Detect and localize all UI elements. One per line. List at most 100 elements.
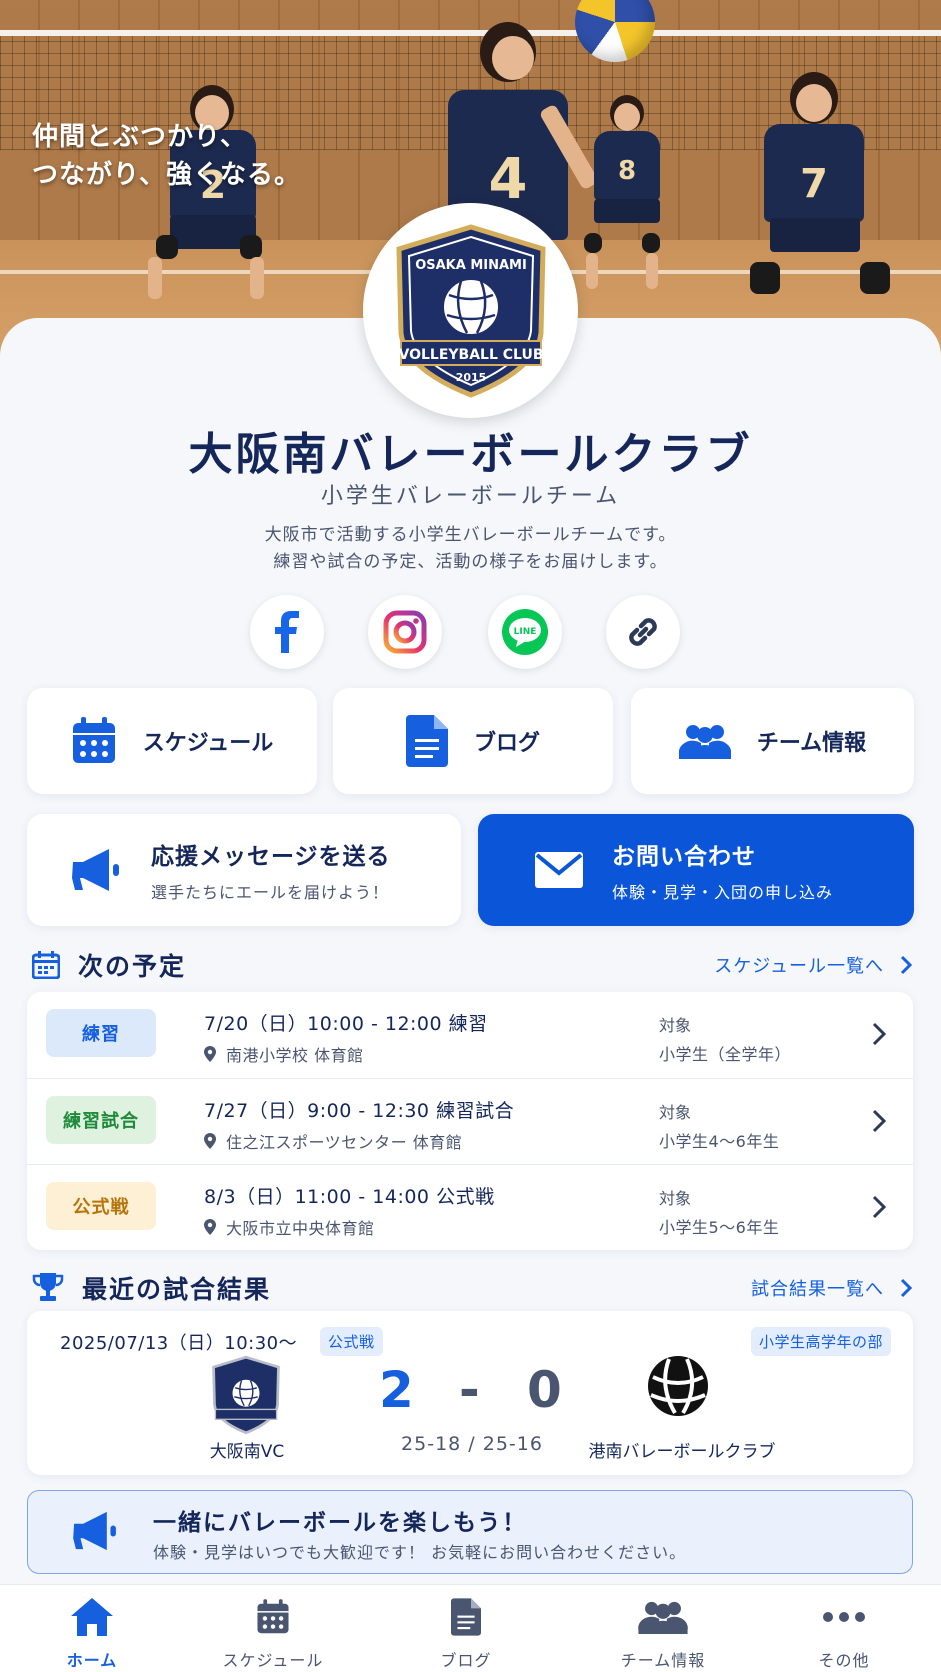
match-type-badge: 公式戦	[320, 1327, 383, 1356]
schedule-item[interactable]: 練習 7/20（日）10:00 - 12:00 練習 南港小学校 体育館 対象 …	[27, 992, 913, 1078]
schedule-list-link[interactable]: スケジュール一覧へ	[714, 952, 912, 978]
home-team-name: 大阪南VC	[209, 1442, 285, 1462]
schedule-button[interactable]: スケジュール	[27, 688, 317, 794]
megaphone-icon	[72, 849, 119, 891]
facebook-button[interactable]	[250, 595, 324, 669]
schedule-place-label: 南港小学校 体育館	[226, 1046, 364, 1065]
tab-schedule-label: スケジュール	[222, 1651, 324, 1670]
away-team-name: 港南バレーボールクラブ	[588, 1442, 776, 1462]
calendar-icon	[72, 717, 115, 763]
trophy-icon	[32, 1273, 64, 1301]
blog-button-label: ブログ	[473, 731, 540, 756]
mail-icon	[535, 852, 583, 888]
team-name: 大阪南バレーボールクラブ	[188, 429, 753, 480]
calendar-icon	[257, 1599, 289, 1634]
results-list-link-label: 試合結果一覧へ	[751, 1279, 884, 1300]
schedule-list: 練習 7/20（日）10:00 - 12:00 練習 南港小学校 体育館 対象 …	[27, 992, 913, 1250]
target-value: 小学生5〜6年生	[659, 1218, 780, 1237]
location-pin-icon	[204, 1046, 216, 1062]
schedule-place: 住之江スポーツセンター 体育館	[204, 1129, 462, 1153]
link-icon	[629, 618, 657, 646]
instagram-icon	[383, 610, 427, 654]
tab-blog[interactable]: ブログ	[391, 1597, 541, 1671]
promo-title: 一緒にバレーボールを楽しもう！	[153, 1510, 528, 1536]
home-team-logo	[212, 1355, 280, 1435]
tab-more-label: その他	[818, 1651, 870, 1670]
team-info-button[interactable]: チーム情報	[631, 688, 914, 794]
tab-more[interactable]: その他	[769, 1597, 919, 1671]
target-label: 対象	[659, 1103, 692, 1122]
team-description-line-1: 大阪市で活動する小学生バレーボールチームです。	[264, 525, 677, 545]
tab-schedule[interactable]: スケジュール	[198, 1597, 348, 1671]
more-icon	[823, 1612, 865, 1622]
users-icon	[678, 725, 731, 759]
away-score: 0	[527, 1361, 562, 1419]
svg-text:VOLLEYBALL CLUB: VOLLEYBALL CLUB	[398, 347, 543, 363]
svg-text:2015: 2015	[455, 371, 486, 384]
contact-title: お問い合わせ	[612, 844, 756, 870]
tab-blog-label: ブログ	[440, 1651, 492, 1670]
location-pin-icon	[204, 1133, 216, 1149]
club-crest-icon: OSAKA MINAMI VOLLEYBALL CLUB 2015	[395, 223, 546, 398]
tab-home[interactable]: ホーム	[17, 1597, 167, 1671]
match-result-card[interactable]: 2025/07/13（日）10:30〜 公式戦 小学生高学年の部 大阪南VC 2…	[27, 1311, 913, 1475]
cheer-title: 応援メッセージを送る	[151, 844, 391, 870]
svg-text:LINE: LINE	[514, 627, 537, 637]
set-scores: 25-18 / 25-16	[401, 1433, 543, 1455]
chevron-right-icon	[872, 1195, 886, 1219]
tab-team-info-label: チーム情報	[620, 1651, 706, 1670]
results-list-link[interactable]: 試合結果一覧へ	[751, 1275, 912, 1301]
team-info-button-label: チーム情報	[756, 731, 867, 756]
target-value: 小学生（全学年）	[659, 1045, 792, 1064]
results-header: 最近の試合結果 試合結果一覧へ	[32, 1268, 912, 1308]
away-team-volleyball-icon	[648, 1356, 708, 1416]
instagram-button[interactable]	[368, 595, 442, 669]
club-logo: OSAKA MINAMI VOLLEYBALL CLUB 2015	[363, 203, 578, 418]
upcoming-header: 次の予定 スケジュール一覧へ	[32, 945, 912, 985]
cheer-message-button[interactable]: 応援メッセージを送る 選手たちにエールを届けよう！	[27, 814, 461, 926]
promo-banner[interactable]: 一緒にバレーボールを楽しもう！ 体験・見学はいつでも大歓迎です！ お気軽にお問い…	[27, 1490, 913, 1574]
contact-subtitle: 体験・見学・入団の申し込み	[612, 883, 834, 902]
chevron-right-icon	[900, 955, 912, 975]
location-pin-icon	[204, 1219, 216, 1235]
schedule-button-label: スケジュール	[142, 731, 274, 756]
line-button[interactable]: LINE	[488, 595, 562, 669]
schedule-item[interactable]: 公式戦 8/3（日）11:00 - 14:00 公式戦 大阪市立中央体育館 対象…	[27, 1164, 913, 1250]
blog-button[interactable]: ブログ	[333, 688, 613, 794]
facebook-icon	[275, 611, 299, 653]
link-button[interactable]	[606, 595, 680, 669]
schedule-place: 大阪市立中央体育館	[204, 1215, 375, 1239]
home-score: 2	[379, 1361, 414, 1419]
promo-text: 体験・見学はいつでも大歓迎です！ お気軽にお問い合わせください。	[153, 1543, 687, 1562]
bottom-tab-bar: ホーム スケジュール ブログ チーム情報 その他	[0, 1584, 941, 1672]
hero-tagline: 仲間とぶつかり、 つながり、強くなる。	[32, 122, 301, 190]
document-icon	[405, 715, 448, 767]
calendar-icon	[32, 951, 60, 979]
social-links: LINE	[250, 595, 690, 670]
schedule-item[interactable]: 練習試合 7/27（日）9:00 - 12:30 練習試合 住之江スポーツセンタ…	[27, 1078, 913, 1164]
home-icon	[71, 1598, 113, 1636]
practice-badge: 練習	[46, 1009, 156, 1057]
users-icon	[638, 1601, 688, 1634]
schedule-title: 7/27（日）9:00 - 12:30 練習試合	[204, 1100, 515, 1122]
results-title: 最近の試合結果	[82, 1275, 272, 1304]
target-label: 対象	[659, 1016, 692, 1035]
schedule-place: 南港小学校 体育館	[204, 1042, 364, 1066]
target-label: 対象	[659, 1189, 692, 1208]
schedule-title: 7/20（日）10:00 - 12:00 練習	[204, 1013, 488, 1035]
cheer-subtitle: 選手たちにエールを届けよう！	[151, 883, 390, 902]
megaphone-icon	[73, 1511, 116, 1551]
team-description: 大阪市で活動する小学生バレーボールチームです。 練習や試合の予定、活動の様子をお…	[0, 522, 941, 576]
division-badge: 小学生高学年の部	[750, 1327, 891, 1356]
tab-team-info[interactable]: チーム情報	[588, 1597, 738, 1671]
svg-text:OSAKA MINAMI: OSAKA MINAMI	[415, 258, 527, 273]
match-datetime: 2025/07/13（日）10:30〜	[60, 1333, 298, 1354]
chevron-right-icon	[900, 1278, 912, 1298]
team-subtitle: 小学生バレーボールチーム	[320, 484, 621, 509]
contact-button[interactable]: お問い合わせ 体験・見学・入団の申し込み	[478, 814, 914, 926]
chevron-right-icon	[872, 1109, 886, 1133]
chevron-right-icon	[872, 1022, 886, 1046]
score-separator: -	[459, 1361, 480, 1419]
schedule-place-label: 住之江スポーツセンター 体育館	[226, 1133, 463, 1152]
schedule-title: 8/3（日）11:00 - 14:00 公式戦	[204, 1186, 495, 1208]
